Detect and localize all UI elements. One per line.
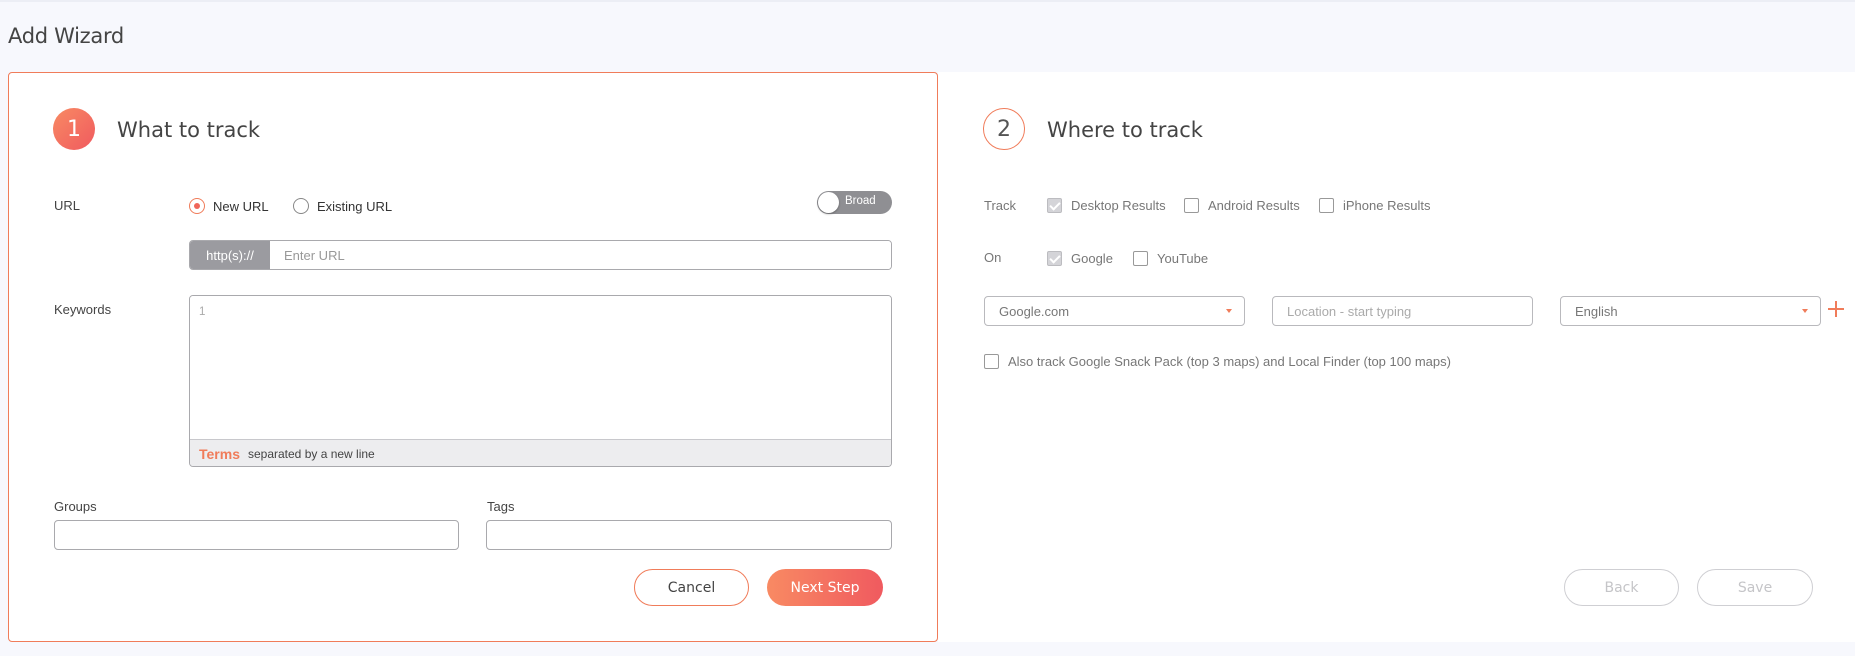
tags-label: Tags xyxy=(487,499,515,514)
location-placeholder: Location - start typing xyxy=(1287,303,1412,319)
track-label: Track xyxy=(984,198,1017,213)
keywords-terms-label: Terms xyxy=(199,445,240,462)
snack-pack-label: Also track Google Snack Pack (top 3 maps… xyxy=(1008,354,1451,369)
top-strip xyxy=(0,0,1855,2)
on-google-checkbox[interactable]: Google xyxy=(1047,251,1113,266)
track-desktop-checkbox[interactable]: Desktop Results xyxy=(1047,198,1166,213)
step1-number-badge: 1 xyxy=(53,108,95,150)
chevron-down-icon xyxy=(1226,309,1232,313)
radio-existing-url-label: Existing URL xyxy=(317,198,393,214)
snack-pack-box[interactable] xyxy=(984,354,999,369)
url-label: URL xyxy=(54,198,81,213)
track-iphone-label: iPhone Results xyxy=(1343,198,1431,213)
url-field-group: http(s):// xyxy=(189,240,892,270)
on-label: On xyxy=(984,250,1002,265)
snack-pack-checkbox[interactable]: Also track Google Snack Pack (top 3 maps… xyxy=(984,354,1451,369)
cancel-button[interactable]: Cancel xyxy=(634,569,749,606)
track-android-box[interactable] xyxy=(1184,198,1199,213)
step2-number-badge: 2 xyxy=(983,108,1025,150)
on-youtube-label: YouTube xyxy=(1157,251,1209,266)
tags-input[interactable] xyxy=(486,520,892,550)
search-engine-select[interactable]: Google.com xyxy=(984,296,1245,326)
radio-existing-url[interactable]: Existing URL xyxy=(293,198,392,214)
radio-new-url-label: New URL xyxy=(213,198,269,214)
track-iphone-checkbox[interactable]: iPhone Results xyxy=(1319,198,1430,213)
track-desktop-label: Desktop Results xyxy=(1071,198,1166,213)
keywords-footer: Terms separated by a new line xyxy=(190,439,891,466)
on-google-box[interactable] xyxy=(1047,251,1062,266)
chevron-down-icon xyxy=(1802,309,1808,313)
track-desktop-box[interactable] xyxy=(1047,198,1062,213)
page-title: Add Wizard xyxy=(8,24,124,48)
step1-title: What to track xyxy=(117,118,261,142)
save-button[interactable]: Save xyxy=(1697,569,1813,606)
step2-title: Where to track xyxy=(1047,118,1203,142)
radio-existing-url-dot[interactable] xyxy=(293,198,309,214)
on-google-label: Google xyxy=(1071,251,1113,266)
toggle-label: Broad xyxy=(845,195,876,207)
keywords-line-number: 1 xyxy=(199,306,206,318)
broad-toggle[interactable]: Broad xyxy=(817,191,892,214)
on-youtube-box[interactable] xyxy=(1133,251,1148,266)
language-value: English xyxy=(1575,303,1618,319)
next-step-button[interactable]: Next Step xyxy=(767,569,883,606)
groups-label: Groups xyxy=(54,499,97,514)
language-select[interactable]: English xyxy=(1560,296,1821,326)
keywords-label: Keywords xyxy=(54,302,112,317)
keywords-hint: separated by a new line xyxy=(247,446,375,461)
plus-icon[interactable] xyxy=(1827,300,1845,318)
groups-input[interactable] xyxy=(54,520,459,550)
track-iphone-box[interactable] xyxy=(1319,198,1334,213)
radio-new-url[interactable]: New URL xyxy=(189,198,269,214)
back-button[interactable]: Back xyxy=(1564,569,1679,606)
keywords-textarea[interactable]: 1 xyxy=(190,296,891,439)
search-engine-value: Google.com xyxy=(999,303,1070,319)
url-prefix: http(s):// xyxy=(190,241,270,269)
track-android-checkbox[interactable]: Android Results xyxy=(1184,198,1300,213)
on-youtube-checkbox[interactable]: YouTube xyxy=(1133,251,1208,266)
url-input[interactable] xyxy=(270,241,891,269)
location-input[interactable]: Location - start typing xyxy=(1272,296,1533,326)
keywords-editor: 1 Terms separated by a new line xyxy=(189,295,892,467)
track-android-label: Android Results xyxy=(1208,198,1300,213)
radio-new-url-dot[interactable] xyxy=(189,198,205,214)
toggle-knob xyxy=(818,192,839,213)
